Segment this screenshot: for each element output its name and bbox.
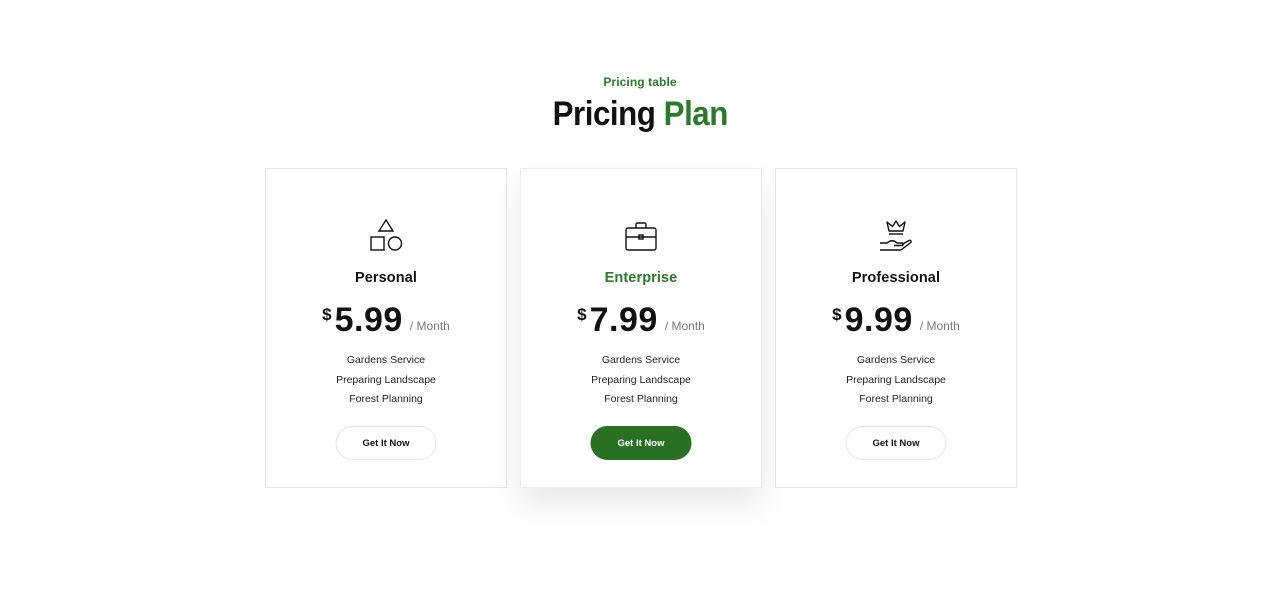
price-amount: 5.99 — [334, 301, 403, 339]
feature-list: Gardens Service Preparing Landscape Fore… — [521, 351, 761, 410]
title-accent: Plan — [663, 95, 728, 133]
pricing-card-personal: Personal $ 5.99 / Month Gardens Service … — [265, 168, 507, 488]
feature-item: Gardens Service — [856, 354, 936, 366]
price-period: / Month — [919, 319, 960, 333]
feature-item: Forest Planning — [604, 393, 678, 405]
plan-price: $ 7.99 / Month — [521, 301, 761, 339]
price-currency: $ — [832, 305, 842, 324]
price-amount: 9.99 — [844, 301, 913, 339]
feature-item: Forest Planning — [349, 393, 423, 405]
pricing-card-enterprise: Enterprise $ 7.99 / Month Gardens Servic… — [520, 168, 762, 488]
price-currency: $ — [322, 305, 332, 324]
price-amount: 7.99 — [589, 301, 658, 339]
feature-item: Gardens Service — [601, 354, 681, 366]
feature-item: Gardens Service — [346, 354, 426, 366]
plan-name: Personal — [354, 270, 418, 286]
plan-price: $ 5.99 / Month — [266, 301, 506, 339]
pricing-header: Pricing table Pricing Plan — [0, 75, 1280, 133]
section-title: Pricing Plan — [552, 95, 728, 133]
feature-item: Preparing Landscape — [591, 373, 691, 386]
get-it-now-button[interactable]: Get It Now — [590, 426, 692, 460]
feature-item: Preparing Landscape — [846, 373, 946, 386]
price-period: / Month — [409, 319, 450, 333]
crown-hand-icon — [880, 220, 912, 251]
price-currency: $ — [577, 305, 587, 324]
plan-name: Professional — [851, 270, 941, 286]
get-it-now-button[interactable]: Get It Now — [335, 426, 437, 460]
section-eyebrow: Pricing table — [603, 75, 677, 89]
plan-price: $ 9.99 / Month — [776, 301, 1016, 339]
title-main: Pricing — [552, 95, 656, 133]
pricing-cards: Personal $ 5.99 / Month Gardens Service … — [265, 168, 1017, 488]
price-period: / Month — [664, 319, 705, 333]
shapes-icon — [370, 218, 403, 251]
pricing-card-professional: Professional $ 9.99 / Month Gardens Serv… — [775, 168, 1017, 488]
feature-item: Forest Planning — [859, 393, 933, 405]
feature-list: Gardens Service Preparing Landscape Fore… — [776, 351, 1016, 410]
feature-list: Gardens Service Preparing Landscape Fore… — [266, 351, 506, 410]
plan-name: Enterprise — [604, 270, 678, 286]
feature-item: Preparing Landscape — [336, 373, 436, 386]
briefcase-icon — [625, 222, 657, 251]
get-it-now-button[interactable]: Get It Now — [845, 426, 947, 460]
